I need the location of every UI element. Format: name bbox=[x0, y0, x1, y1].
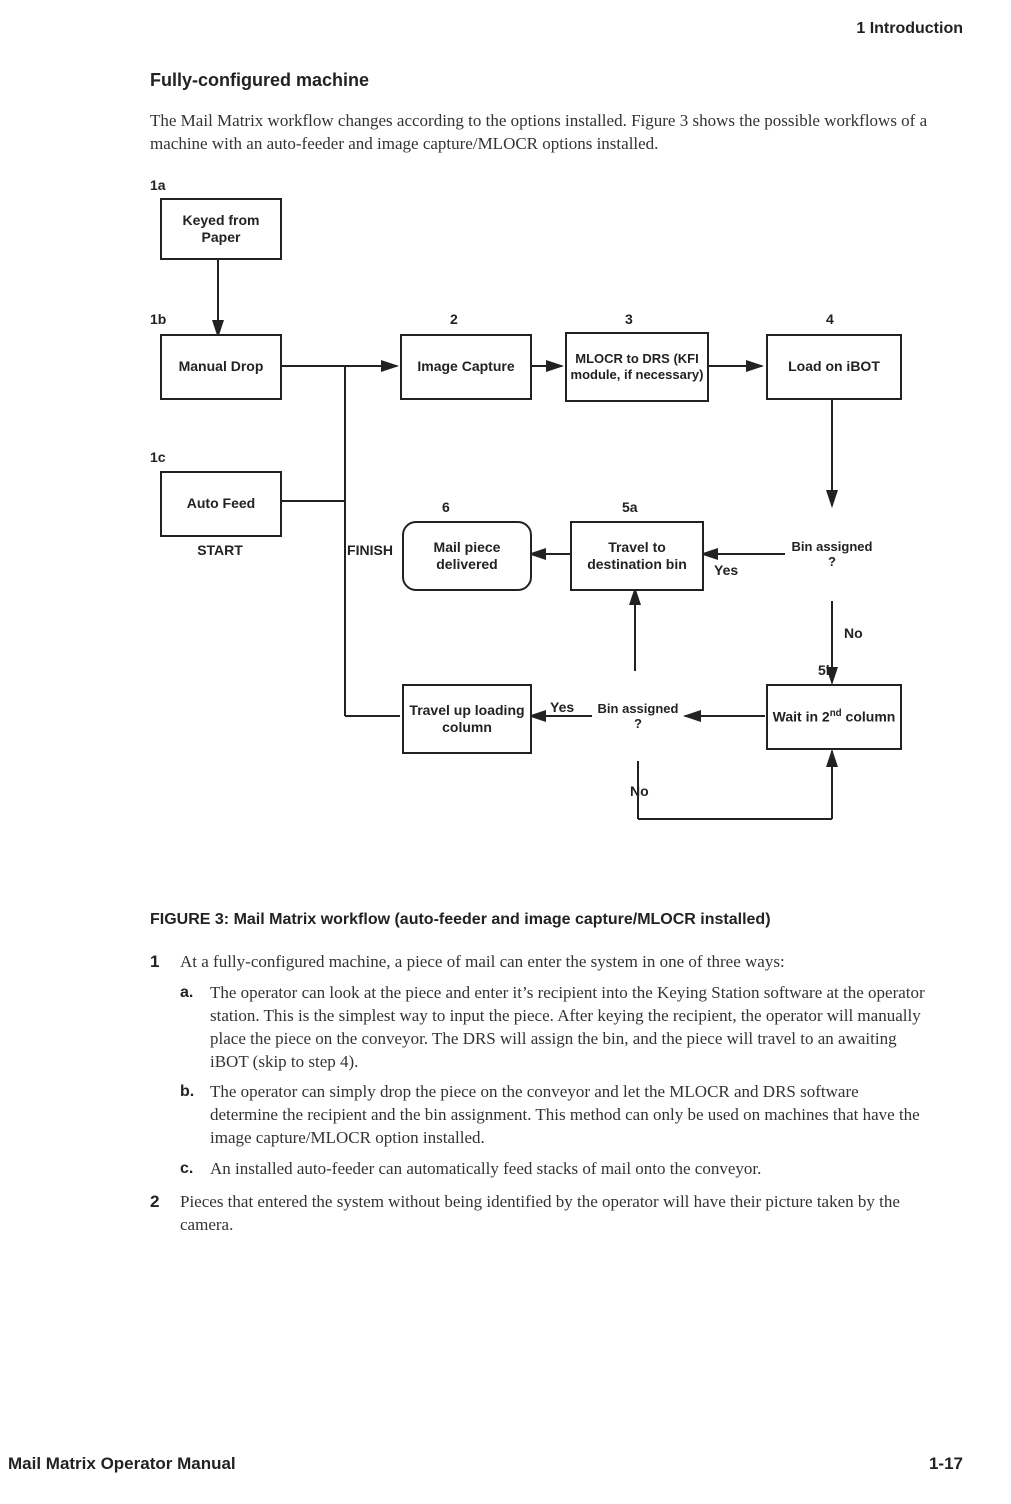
workflow-flowchart: 1a 1b 1c 2 3 4 6 5a 5b START FINISH Yes … bbox=[150, 176, 950, 891]
substep-text: The operator can look at the piece and e… bbox=[210, 982, 930, 1074]
wait-2nd-sup: nd bbox=[830, 708, 842, 719]
node-bin-assigned-2: Bin assigned ? bbox=[593, 671, 683, 761]
label-1c: 1c bbox=[150, 448, 166, 467]
label-5a: 5a bbox=[622, 498, 638, 517]
step-text: Pieces that entered the system without b… bbox=[180, 1191, 930, 1237]
node-load-ibot: Load on iBOT bbox=[766, 334, 902, 400]
steps-list: 1 At a fully-configured machine, a piece… bbox=[150, 951, 930, 1237]
label-yes-2: Yes bbox=[550, 698, 574, 717]
step-1a: a. The operator can look at the piece an… bbox=[180, 982, 930, 1074]
wait-2nd-pre: Wait in 2 bbox=[773, 709, 830, 725]
label-6: 6 bbox=[442, 498, 450, 517]
bin-assigned-1-text: Bin assigned ? bbox=[787, 539, 877, 570]
label-5b: 5b bbox=[818, 661, 834, 680]
running-header: 1 Introduction bbox=[856, 18, 963, 40]
figure-caption: FIGURE 3: Mail Matrix workflow (auto-fee… bbox=[150, 909, 930, 931]
label-3: 3 bbox=[625, 310, 633, 329]
label-no-1: No bbox=[844, 624, 863, 643]
footer-page-number: 1-17 bbox=[929, 1453, 963, 1476]
node-wait-2nd-column: Wait in 2nd column bbox=[766, 684, 902, 750]
node-auto-feed: Auto Feed bbox=[160, 471, 282, 537]
step-1: 1 At a fully-configured machine, a piece… bbox=[150, 951, 930, 1181]
footer-manual-title: Mail Matrix Operator Manual bbox=[8, 1453, 236, 1476]
substep-letter: c. bbox=[180, 1158, 202, 1180]
label-finish: FINISH bbox=[340, 541, 400, 560]
node-mlocr-drs: MLOCR to DRS (KFI module, if necessary) bbox=[565, 332, 709, 402]
label-start: START bbox=[180, 541, 260, 560]
step-number: 1 bbox=[150, 951, 172, 974]
label-1a: 1a bbox=[150, 176, 166, 195]
substep-text: An installed auto-feeder can automatical… bbox=[210, 1158, 930, 1181]
node-mail-delivered: Mail piece delivered bbox=[402, 521, 532, 591]
step-1b: b. The operator can simply drop the piec… bbox=[180, 1081, 930, 1150]
node-image-capture: Image Capture bbox=[400, 334, 532, 400]
label-1b: 1b bbox=[150, 310, 166, 329]
section-title: Fully-configured machine bbox=[150, 68, 930, 92]
wait-2nd-post: column bbox=[842, 709, 896, 725]
node-travel-up-loading: Travel up loading column bbox=[402, 684, 532, 754]
step-number: 2 bbox=[150, 1191, 172, 1214]
bin-assigned-2-text: Bin assigned ? bbox=[593, 701, 683, 732]
label-2: 2 bbox=[450, 310, 458, 329]
label-no-2: No bbox=[630, 782, 649, 801]
step-text: At a fully-configured machine, a piece o… bbox=[180, 951, 930, 974]
node-travel-destination: Travel to destination bin bbox=[570, 521, 704, 591]
node-bin-assigned-1: Bin assigned ? bbox=[787, 509, 877, 599]
label-yes-1: Yes bbox=[714, 561, 738, 580]
step-2: 2 Pieces that entered the system without… bbox=[150, 1191, 930, 1237]
step-1c: c. An installed auto-feeder can automati… bbox=[180, 1158, 930, 1181]
node-manual-drop: Manual Drop bbox=[160, 334, 282, 400]
substep-text: The operator can simply drop the piece o… bbox=[210, 1081, 930, 1150]
intro-paragraph: The Mail Matrix workflow changes accordi… bbox=[150, 110, 930, 156]
node-keyed-from-paper: Keyed from Paper bbox=[160, 198, 282, 260]
substep-letter: b. bbox=[180, 1081, 202, 1103]
substep-letter: a. bbox=[180, 982, 202, 1004]
label-4: 4 bbox=[826, 310, 834, 329]
